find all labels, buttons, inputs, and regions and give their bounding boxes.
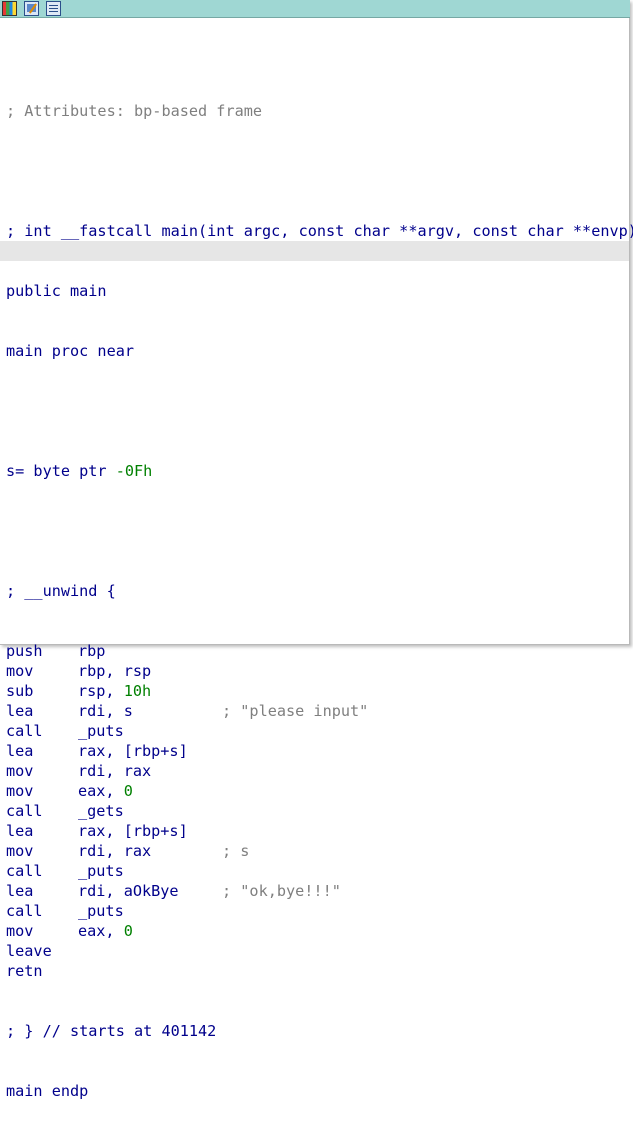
instruction-operands: rax, [rbp+s]: [78, 742, 188, 760]
instruction-line[interactable]: lea rdi, aOkBye ; "ok,bye!!!": [6, 881, 633, 901]
instruction-immediate: 10h: [123, 682, 152, 700]
end-unwind-comment: ; } // starts at 401142: [6, 1022, 217, 1040]
instruction-immediate: 0: [123, 922, 133, 940]
instruction-operands: eax,: [78, 782, 124, 800]
instruction-comment: ; "ok,bye!!!": [222, 882, 341, 900]
instruction-line[interactable]: mov eax, 0: [6, 921, 633, 941]
instruction-line[interactable]: call _gets: [6, 801, 633, 821]
instruction-line[interactable]: call _puts: [6, 861, 633, 881]
instruction-line[interactable]: call _puts: [6, 721, 633, 741]
instruction-line[interactable]: mov rdi, rax ; s: [6, 841, 633, 861]
instruction-operands: rdi, rax: [78, 842, 152, 860]
instruction-comment: ; s: [222, 842, 250, 860]
graph-view-icon[interactable]: [2, 1, 17, 16]
instruction-operands: _puts: [78, 862, 124, 880]
public-declaration: public main: [6, 282, 107, 300]
instruction-mnemonic: sub: [6, 682, 34, 700]
instruction-line[interactable]: sub rsp, 10h: [6, 681, 633, 701]
instruction-operands: rbp: [78, 642, 106, 660]
instruction-line[interactable]: mov rbp, rsp: [6, 661, 633, 681]
disassembly-listing[interactable]: ; Attributes: bp-based frame ; int __fas…: [6, 61, 633, 1141]
instruction-mnemonic: retn: [6, 962, 43, 980]
instruction-mnemonic: call: [6, 802, 43, 820]
instruction-operands: rsp,: [78, 682, 124, 700]
instruction-operands: rbp, rsp: [78, 662, 152, 680]
list-view-icon[interactable]: [46, 1, 61, 16]
instruction-line[interactable]: mov eax, 0: [6, 781, 633, 801]
instruction-comment: ; "please input": [222, 702, 369, 720]
instruction-mnemonic: lea: [6, 702, 34, 720]
instruction-operands: rax, [rbp+s]: [78, 822, 188, 840]
attributes-comment: ; Attributes: bp-based frame: [6, 102, 263, 120]
instruction-line[interactable]: leave: [6, 941, 633, 961]
instruction-immediate: 0: [123, 782, 133, 800]
disassembly-window: ; Attributes: bp-based frame ; int __fas…: [0, 0, 633, 1100]
instruction-operands: rdi, rax: [78, 762, 152, 780]
instruction-operands: _puts: [78, 722, 124, 740]
stack-variable-line: s= byte ptr -0Fh: [6, 461, 633, 481]
instruction-mnemonic: lea: [6, 882, 34, 900]
instruction-mnemonic: push: [6, 642, 43, 660]
instruction-mnemonic: mov: [6, 662, 34, 680]
instruction-line[interactable]: lea rax, [rbp+s]: [6, 741, 633, 761]
instruction-operands: eax,: [78, 922, 124, 940]
stack-variable-offset: -0Fh: [115, 462, 153, 480]
instruction-mnemonic: call: [6, 722, 43, 740]
stack-variable-name: s= byte ptr: [6, 462, 116, 480]
unwind-comment: ; __unwind {: [6, 582, 116, 600]
endp-declaration: main endp: [6, 1082, 89, 1100]
instruction-line[interactable]: mov rdi, rax: [6, 761, 633, 781]
proc-declaration: main proc near: [6, 342, 135, 360]
instruction-operands: rdi, s: [78, 702, 133, 720]
instruction-mnemonic: call: [6, 862, 43, 880]
window-titlebar: [0, 0, 630, 18]
instruction-operands: rdi, aOkBye: [78, 882, 179, 900]
instruction-mnemonic: mov: [6, 842, 34, 860]
instruction-line[interactable]: push rbp: [6, 641, 633, 661]
instruction-line[interactable]: retn: [6, 961, 633, 981]
instruction-mnemonic: call: [6, 902, 43, 920]
instruction-mnemonic: mov: [6, 922, 34, 940]
instruction-operands: _gets: [78, 802, 124, 820]
instruction-operands: _puts: [78, 902, 124, 920]
instruction-mnemonic: mov: [6, 762, 34, 780]
instruction-mnemonic: lea: [6, 822, 34, 840]
instruction-line[interactable]: lea rax, [rbp+s]: [6, 821, 633, 841]
edit-icon[interactable]: [24, 1, 39, 16]
instruction-mnemonic: leave: [6, 942, 52, 960]
function-signature-comment: ; int __fastcall main(int argc, const ch…: [6, 222, 633, 240]
instruction-line[interactable]: call _puts: [6, 901, 633, 921]
instruction-mnemonic: lea: [6, 742, 34, 760]
instruction-mnemonic: mov: [6, 782, 34, 800]
instruction-line[interactable]: lea rdi, s ; "please input": [6, 701, 633, 721]
